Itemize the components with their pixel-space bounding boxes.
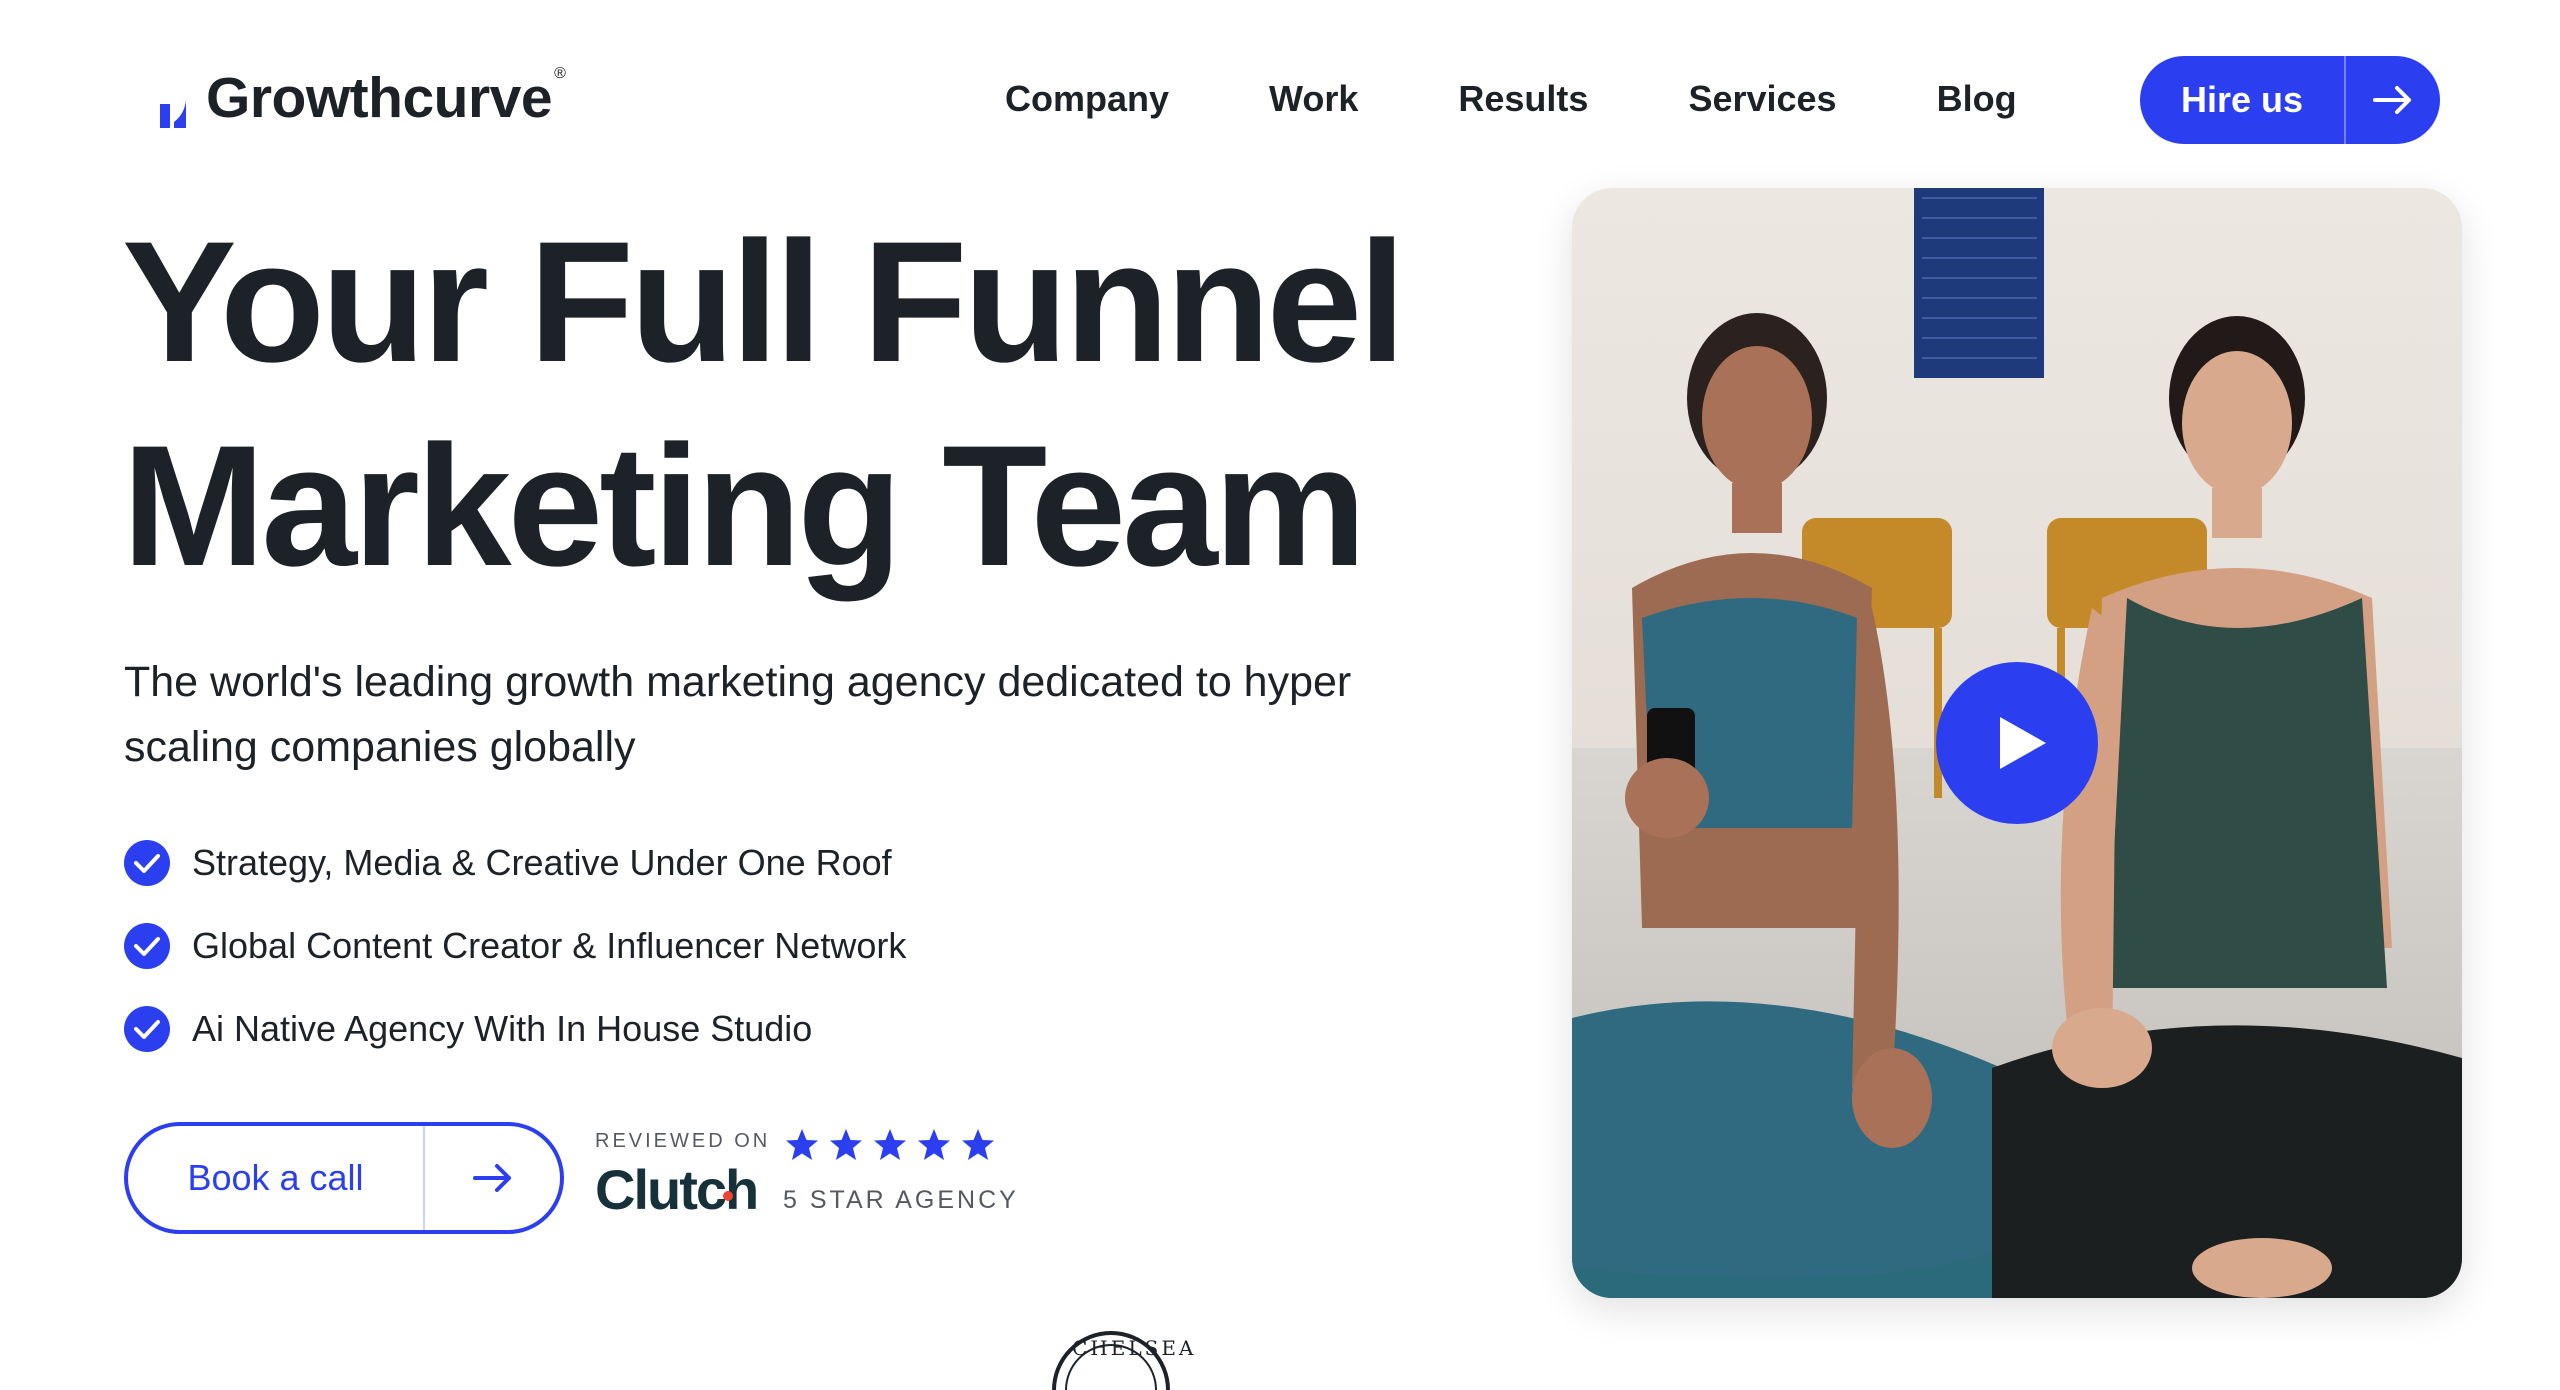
feature-text: Strategy, Media & Creative Under One Roo… — [192, 842, 892, 883]
play-button[interactable] — [1936, 662, 2098, 824]
check-circle-icon — [124, 923, 170, 969]
reviewed-on-label: REVIEWED ON — [595, 1130, 771, 1152]
feature-text: Ai Native Agency With In House Studio — [192, 1008, 813, 1049]
check-circle-icon — [124, 1006, 170, 1052]
star-icon — [962, 1129, 994, 1160]
hero-title: Your Full Funnel Marketing Team — [122, 200, 1406, 608]
arrow-right-icon — [2346, 85, 2440, 115]
star-icon — [786, 1129, 818, 1160]
arrow-right-icon — [425, 1163, 560, 1193]
clutch-review-link[interactable]: REVIEWED ON Clutch — [595, 1130, 770, 1222]
hero-subtitle: The world's leading growth marketing age… — [124, 658, 1352, 771]
nav-item-company[interactable]: Company — [1005, 74, 1169, 124]
star-icon — [830, 1129, 862, 1160]
book-a-call-label: Book a call — [187, 1157, 364, 1198]
clutch-logo-text: Clutch — [595, 1158, 759, 1221]
hire-us-label: Hire us — [2180, 79, 2304, 120]
star-icon — [874, 1129, 906, 1160]
hero-title-line-2: Marketing Team — [122, 410, 1367, 602]
nav-item-services[interactable]: Services — [1688, 74, 1836, 124]
feature-text: Global Content Creator & Influencer Netw… — [192, 925, 907, 966]
nav-item-work[interactable]: Work — [1269, 74, 1358, 124]
nav-item-results[interactable]: Results — [1458, 74, 1588, 124]
growthcurve-logo-icon — [126, 68, 186, 128]
brand-registered-mark: ® — [554, 65, 566, 82]
hero-title-line-1: Your Full Funnel — [122, 206, 1406, 398]
check-circle-icon — [124, 840, 170, 886]
five-star-agency-label: 5 STAR AGENCY — [783, 1186, 1019, 1214]
hire-us-button[interactable]: Hire us — [2140, 56, 2440, 144]
partner-logo-text: CHELSEA — [1072, 1336, 1197, 1360]
main-nav: Company Work Results Services Blog — [1005, 74, 2017, 124]
brand-logo[interactable]: Growthcurve ® — [122, 64, 566, 132]
brand-name: Growthcurve — [206, 65, 553, 130]
star-icon — [918, 1129, 950, 1160]
feature-item: Global Content Creator & Influencer Netw… — [124, 921, 906, 971]
clutch-logo-dot — [723, 1191, 733, 1201]
feature-item: Strategy, Media & Creative Under One Roo… — [124, 838, 906, 888]
play-icon — [2000, 717, 2046, 769]
star-rating — [785, 1128, 995, 1162]
clutch-logo: Clutch — [595, 1157, 770, 1222]
nav-item-blog[interactable]: Blog — [1937, 74, 2017, 124]
feature-list: Strategy, Media & Creative Under One Roo… — [124, 838, 906, 1087]
book-a-call-button[interactable]: Book a call — [124, 1122, 564, 1234]
feature-item: Ai Native Agency With In House Studio — [124, 1004, 906, 1054]
